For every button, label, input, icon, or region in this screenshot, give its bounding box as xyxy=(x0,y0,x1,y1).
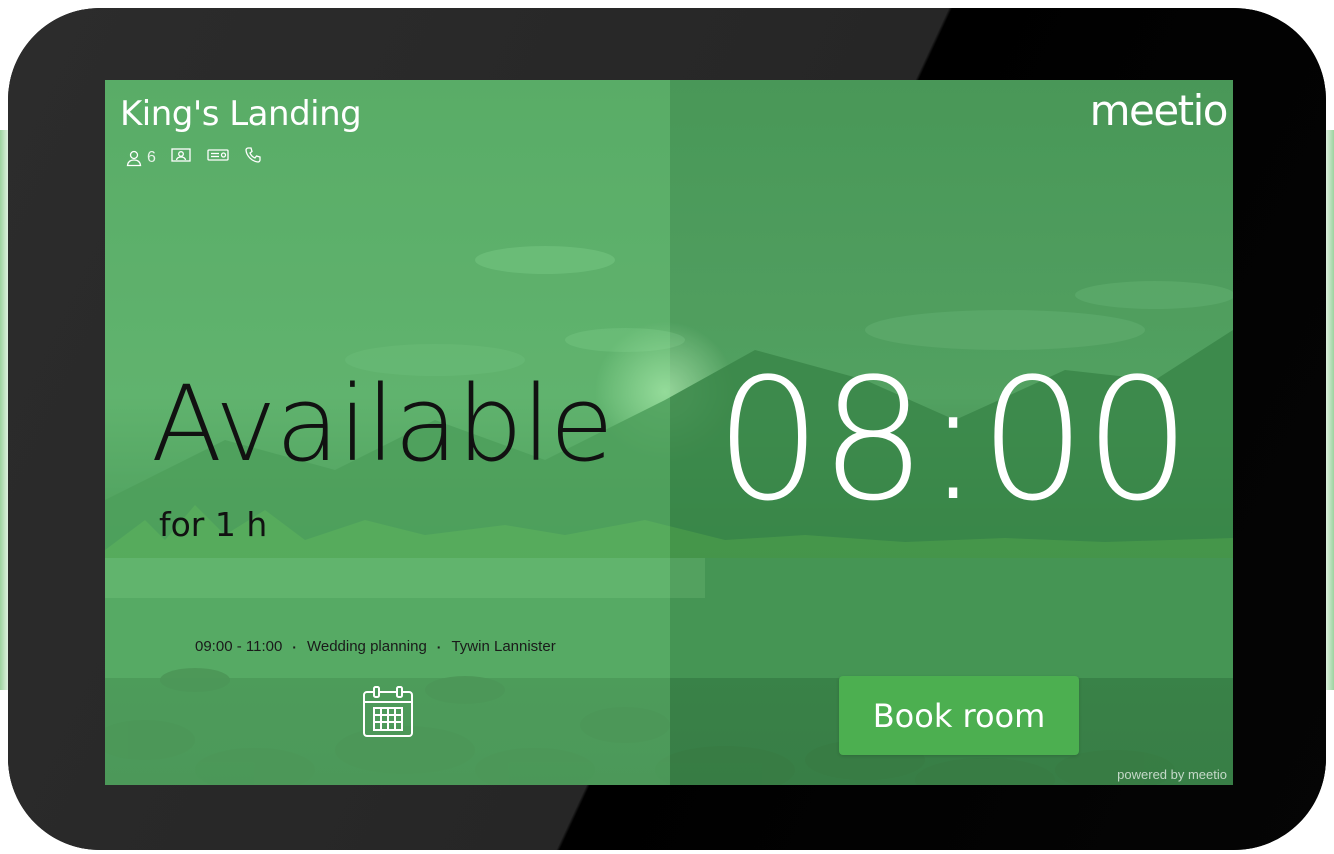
projector-icon xyxy=(206,147,230,168)
room-amenities: 6 xyxy=(125,146,262,169)
meetio-logo: meetio xyxy=(1089,86,1229,135)
room-name: King's Landing xyxy=(120,94,362,134)
current-time: 08:00 xyxy=(715,342,1191,538)
availability-duration: for 1 h xyxy=(159,505,268,544)
next-meeting-time: 09:00 - 11:00 xyxy=(195,638,283,655)
book-room-button[interactable]: Book room xyxy=(839,676,1079,755)
calendar-button[interactable] xyxy=(361,684,415,740)
powered-by-footer: powered by meetio xyxy=(1117,767,1227,782)
capacity-count: 6 xyxy=(147,148,156,166)
calendar-icon xyxy=(361,686,415,744)
room-display-screen: King's Landing 6 meetio Available for 1 … xyxy=(105,80,1233,785)
phone-icon xyxy=(244,146,262,169)
availability-status: Available xyxy=(151,363,614,485)
next-meeting-title: Wedding planning xyxy=(306,638,427,655)
video-conference-icon xyxy=(170,147,192,168)
next-meeting-organizer: Tywin Lannister xyxy=(451,638,556,655)
tablet-device: King's Landing 6 meetio Available for 1 … xyxy=(8,8,1326,850)
person-icon xyxy=(125,149,143,167)
separator-dot: · xyxy=(292,638,297,655)
separator-dot: · xyxy=(436,638,442,655)
next-meeting: 09:00 - 11:00 · Wedding planning · Tywin… xyxy=(195,638,556,655)
capacity-info: 6 xyxy=(125,149,156,167)
